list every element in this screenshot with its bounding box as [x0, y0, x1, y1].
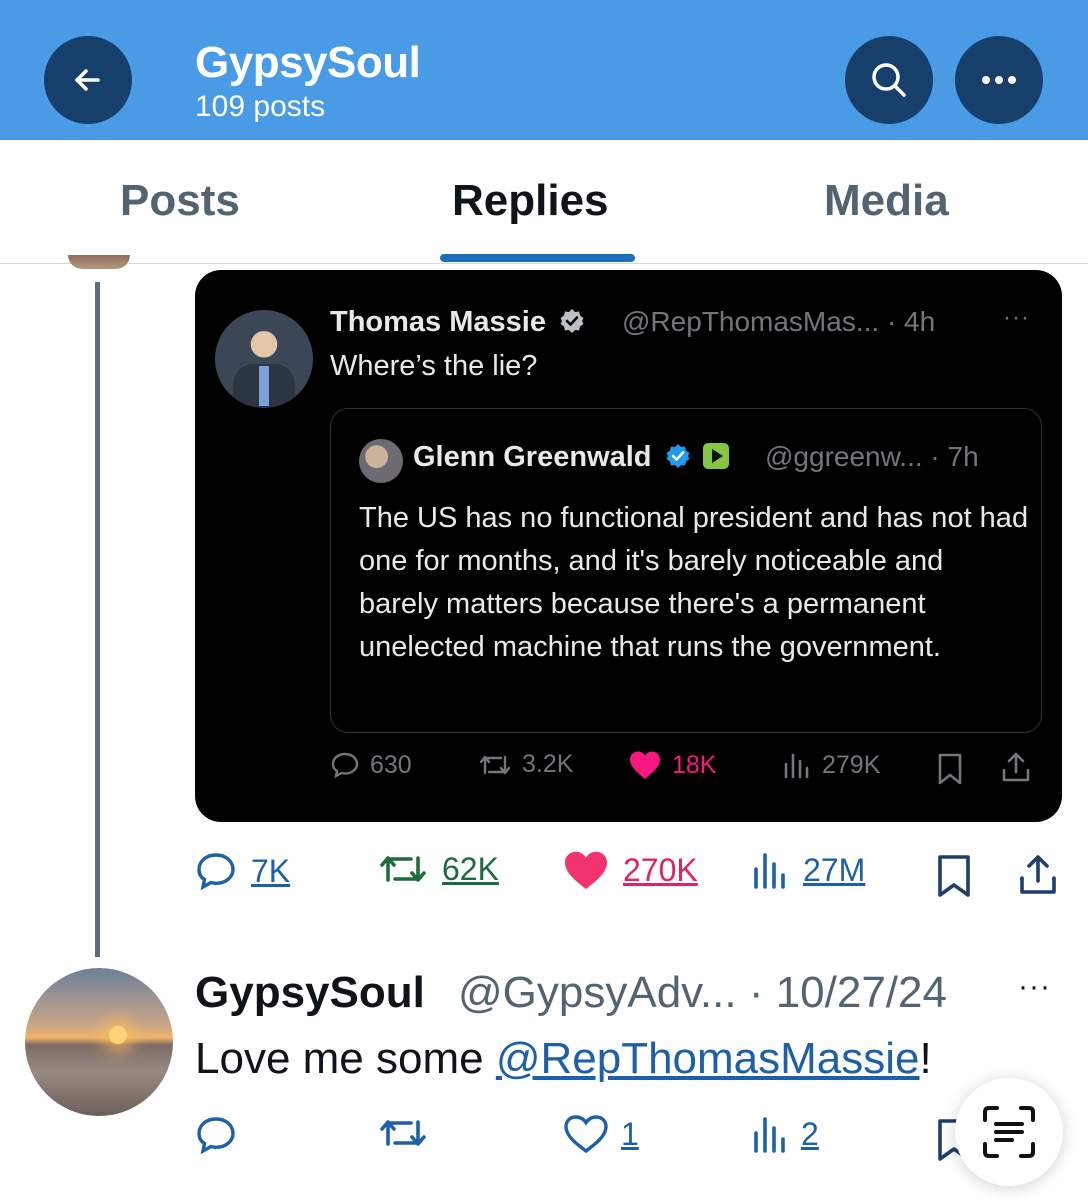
embedded-post-image[interactable]: Thomas Massie @RepThomasMas... · 4h ··· …	[195, 270, 1062, 822]
tab-replies[interactable]: Replies	[452, 176, 609, 226]
quoted-author-handle: @ggreenw... · 7h	[765, 441, 979, 472]
share-icon	[1002, 752, 1030, 782]
back-button[interactable]	[44, 36, 132, 124]
quoted-post: Glenn Greenwald @ggreenw... · 7h The US …	[330, 408, 1042, 733]
share-icon[interactable]	[1017, 852, 1059, 896]
like-count: 1	[621, 1115, 639, 1152]
view-count: 2	[801, 1115, 819, 1152]
avatar[interactable]	[68, 255, 130, 269]
embedded-like-count: 18K	[628, 750, 716, 780]
embedded-reply-count: 630	[330, 750, 412, 780]
reply-icon	[197, 853, 235, 891]
embedded-repost-count: 3.2K	[478, 750, 573, 779]
search-button[interactable]	[845, 36, 933, 124]
repost-button[interactable]	[378, 1114, 428, 1152]
like-count: 270K	[623, 851, 698, 888]
profile-tabs: Posts Replies Media	[0, 140, 1088, 264]
thread-line	[95, 282, 100, 957]
heart-outline-icon	[564, 1115, 608, 1154]
tab-media[interactable]: Media	[824, 176, 949, 226]
embedded-action-bar: 630 3.2K 18K 279K	[330, 750, 1042, 790]
profile-name: GypsySoul	[195, 38, 421, 87]
reply-text: Love me some @RepThomasMassie!	[195, 1034, 932, 1083]
heart-filled-icon	[565, 851, 607, 889]
more-button[interactable]	[955, 36, 1043, 124]
reply-author-handle: @GypsyAdv... · 10/27/24	[458, 968, 947, 1017]
avatar	[215, 310, 313, 408]
tab-posts[interactable]: Posts	[120, 176, 240, 226]
reply-action-bar: 1 2	[195, 1114, 1065, 1164]
views-icon	[754, 1117, 785, 1153]
heart-filled-icon	[630, 751, 660, 779]
mention-link[interactable]: @RepThomasMassie	[496, 1034, 920, 1083]
more-horizontal-icon	[982, 76, 1016, 84]
reply-button[interactable]: 7K	[195, 850, 290, 892]
views-button[interactable]: 2	[751, 1114, 819, 1154]
bookmark-icon	[938, 753, 962, 785]
post-action-bar: 7K 62K 270K 27M	[195, 850, 1065, 900]
verified-badge-icon	[560, 309, 584, 333]
repost-button[interactable]: 62K	[378, 850, 499, 888]
views-icon	[754, 853, 785, 889]
repost-count: 62K	[442, 850, 499, 887]
embedded-author-handle: @RepThomasMas... · 4h	[622, 306, 936, 337]
views-button[interactable]: 27M	[751, 850, 865, 890]
more-icon: ···	[1003, 304, 1030, 331]
reply-icon	[331, 752, 359, 779]
text-scan-button[interactable]	[955, 1078, 1063, 1186]
reply-button[interactable]	[195, 1114, 237, 1156]
quoted-post-text: The US has no functional president and h…	[359, 502, 1029, 663]
like-button[interactable]: 1	[563, 1114, 639, 1154]
repost-icon	[380, 856, 426, 882]
rumble-icon	[702, 443, 729, 469]
verified-badge-icon	[666, 444, 690, 468]
reply-author-name[interactable]: GypsySoul	[195, 968, 425, 1018]
more-icon[interactable]: ···	[1018, 970, 1051, 1004]
view-count: 27M	[803, 851, 866, 888]
views-icon	[784, 753, 809, 779]
active-tab-indicator	[440, 254, 635, 262]
embedded-author-name: Thomas Massie	[330, 306, 586, 339]
repost-icon	[479, 755, 511, 774]
like-button[interactable]: 270K	[563, 850, 698, 890]
embedded-post-text: Where’s the lie?	[330, 350, 538, 382]
profile-header: GypsySoul 109 posts	[0, 0, 1088, 140]
text-scan-icon	[983, 1106, 1035, 1158]
bookmark-icon[interactable]	[935, 854, 973, 898]
repost-icon	[380, 1120, 426, 1146]
avatar	[359, 439, 403, 483]
avatar[interactable]	[25, 968, 173, 1116]
arrow-left-icon	[75, 69, 100, 91]
reply-count: 7K	[251, 852, 291, 889]
quoted-author-name: Glenn Greenwald	[413, 441, 730, 474]
search-icon	[872, 63, 906, 97]
post-count: 109 posts	[195, 90, 326, 123]
reply-icon	[197, 1117, 235, 1155]
embedded-view-count: 279K	[782, 750, 880, 780]
